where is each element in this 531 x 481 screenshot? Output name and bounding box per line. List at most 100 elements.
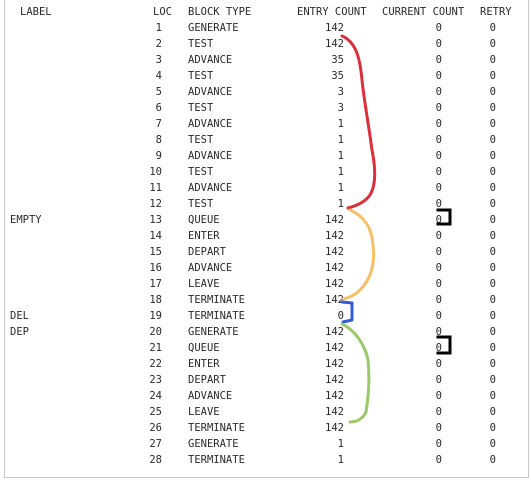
row-block-type: ADVANCE	[188, 390, 233, 402]
row-entry-count: 142	[325, 358, 344, 370]
row-loc: 19	[149, 310, 162, 322]
row-entry-count: 35	[331, 54, 344, 66]
row-loc: 21	[149, 342, 162, 354]
row-current-count: 0	[435, 326, 442, 338]
table-row: 28 TERMINATE 1 0 0	[0, 453, 531, 467]
row-block-type: TEST	[188, 134, 214, 146]
row-loc: 14	[149, 230, 162, 242]
row-retry: 0	[489, 54, 496, 66]
row-label: DEP	[10, 326, 29, 338]
row-retry: 0	[489, 262, 496, 274]
row-block-type: TEST	[188, 166, 214, 178]
row-entry-count: 142	[325, 406, 344, 418]
row-loc: 12	[149, 198, 162, 210]
row-loc: 11	[149, 182, 162, 194]
row-current-count: 0	[435, 406, 442, 418]
row-retry: 0	[489, 390, 496, 402]
row-retry: 0	[489, 326, 496, 338]
row-entry-count: 1	[337, 198, 344, 210]
table-row: 4 TEST 35 0 0	[0, 69, 531, 83]
row-retry: 0	[489, 358, 496, 370]
table-row: 7 ADVANCE 1 0 0	[0, 117, 531, 131]
row-block-type: ENTER	[188, 358, 220, 370]
table-row: 6 TEST 3 0 0	[0, 101, 531, 115]
header-loc: LOC	[153, 6, 172, 18]
table-row: 23 DEPART 142 0 0	[0, 373, 531, 387]
row-entry-count: 142	[325, 390, 344, 402]
table-row: 8 TEST 1 0 0	[0, 133, 531, 147]
table-row: 25 LEAVE 142 0 0	[0, 405, 531, 419]
row-retry: 0	[489, 166, 496, 178]
row-block-type: GENERATE	[188, 326, 239, 338]
row-block-type: DEPART	[188, 246, 226, 258]
table-row: 1 GENERATE 142 0 0	[0, 21, 531, 35]
row-retry: 0	[489, 38, 496, 50]
row-loc: 4	[155, 70, 162, 82]
row-current-count: 0	[435, 262, 442, 274]
row-block-type: TERMINATE	[188, 454, 245, 466]
row-retry: 0	[489, 102, 496, 114]
header-retry: RETRY	[480, 6, 512, 18]
row-block-type: TERMINATE	[188, 422, 245, 434]
row-retry: 0	[489, 214, 496, 226]
row-current-count: 0	[435, 294, 442, 306]
row-loc: 5	[155, 86, 162, 98]
row-block-type: ADVANCE	[188, 86, 233, 98]
row-current-count: 0	[435, 278, 442, 290]
row-retry: 0	[489, 198, 496, 210]
row-retry: 0	[489, 182, 496, 194]
row-retry: 0	[489, 438, 496, 450]
row-loc: 6	[155, 102, 162, 114]
row-block-type: ADVANCE	[188, 182, 233, 194]
table-row: 5 ADVANCE 3 0 0	[0, 85, 531, 99]
header-label: LABEL	[20, 6, 52, 18]
table-row: 10 TEST 1 0 0	[0, 165, 531, 179]
row-current-count: 0	[435, 38, 442, 50]
table-row: 2 TEST 142 0 0	[0, 37, 531, 51]
row-block-type: DEPART	[188, 374, 226, 386]
row-block-type: TEST	[188, 198, 214, 210]
row-current-count: 0	[435, 70, 442, 82]
row-current-count: 0	[435, 102, 442, 114]
row-retry: 0	[489, 342, 496, 354]
row-entry-count: 142	[325, 342, 344, 354]
row-block-type: LEAVE	[188, 406, 220, 418]
row-entry-count: 142	[325, 294, 344, 306]
row-entry-count: 142	[325, 22, 344, 34]
row-loc: 9	[155, 150, 162, 162]
row-block-type: ENTER	[188, 230, 220, 242]
table-row: 11 ADVANCE 1 0 0	[0, 181, 531, 195]
table-row: 21 QUEUE 142 0 0	[0, 341, 531, 355]
row-retry: 0	[489, 422, 496, 434]
row-current-count: 0	[435, 22, 442, 34]
row-current-count: 0	[435, 198, 442, 210]
row-loc: 17	[149, 278, 162, 290]
row-current-count: 0	[435, 246, 442, 258]
row-loc: 13	[149, 214, 162, 226]
row-entry-count: 1	[337, 118, 344, 130]
row-entry-count: 142	[325, 422, 344, 434]
table-row: 16 ADVANCE 142 0 0	[0, 261, 531, 275]
table-row: 17 LEAVE 142 0 0	[0, 277, 531, 291]
row-block-type: TEST	[188, 70, 214, 82]
row-block-type: ADVANCE	[188, 118, 233, 130]
row-entry-count: 35	[331, 70, 344, 82]
row-loc: 25	[149, 406, 162, 418]
row-current-count: 0	[435, 342, 442, 354]
row-loc: 7	[155, 118, 162, 130]
row-label: EMPTY	[10, 214, 42, 226]
row-entry-count: 142	[325, 374, 344, 386]
row-entry-count: 142	[325, 326, 344, 338]
row-loc: 20	[149, 326, 162, 338]
row-retry: 0	[489, 118, 496, 130]
row-block-type: GENERATE	[188, 22, 239, 34]
row-block-type: LEAVE	[188, 278, 220, 290]
table-row: 12 TEST 1 0 0	[0, 197, 531, 211]
header-block-type: BLOCK TYPE	[188, 6, 252, 18]
table-row: 9 ADVANCE 1 0 0	[0, 149, 531, 163]
row-current-count: 0	[435, 134, 442, 146]
row-retry: 0	[489, 134, 496, 146]
row-current-count: 0	[435, 86, 442, 98]
table-row: DEP 20 GENERATE 142 0 0	[0, 325, 531, 339]
table-row: 24 ADVANCE 142 0 0	[0, 389, 531, 403]
